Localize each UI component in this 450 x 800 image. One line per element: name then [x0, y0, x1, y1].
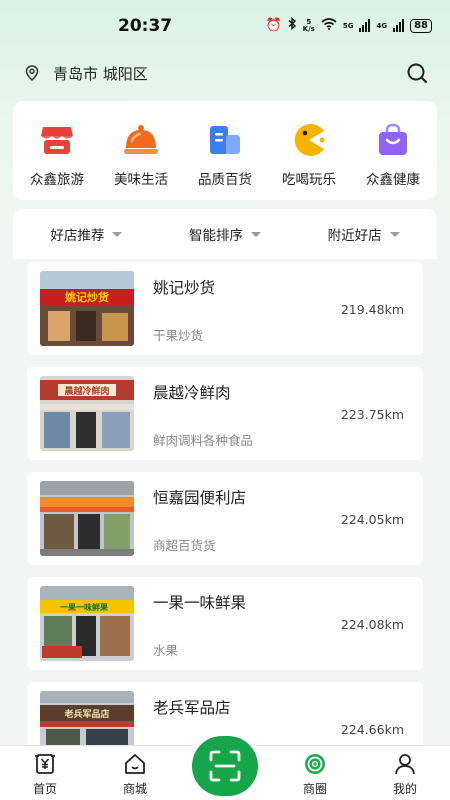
store-awning-icon: [41, 127, 73, 154]
store-card[interactable]: 一果一味鲜果 一果一味鲜果 224.08km 水果: [27, 577, 423, 670]
store-name: 一果一味鲜果: [153, 594, 247, 612]
location-city: 青岛市: [53, 65, 99, 83]
wifi-icon: [321, 17, 337, 34]
tab-mine[interactable]: 我的: [360, 746, 450, 800]
tab-label: 商城: [122, 782, 147, 796]
location-selector[interactable]: 青岛市 城阳区: [53, 63, 148, 84]
store-category: 商超百货货: [153, 538, 216, 553]
store-sign-text: 一果一味鲜果: [60, 602, 108, 612]
location-pin-icon: [25, 65, 39, 81]
store-distance: 219.48km: [340, 302, 404, 317]
status-icons: ⏰ 5 K/s 5G 4G 88: [265, 17, 432, 34]
network-speed: 5 K/s: [302, 18, 315, 33]
tab-label: 我的: [392, 782, 417, 796]
network-type-1: 5G: [342, 21, 354, 30]
category-label: 美味生活: [114, 172, 168, 188]
network-speed-unit: K/s: [302, 24, 315, 33]
store-category: 水果: [153, 643, 179, 658]
store-sign-text: 姚记炒货: [64, 290, 109, 304]
location-bar: 青岛市 城阳区: [0, 58, 450, 88]
store-sign-text: 老兵军品店: [63, 708, 109, 720]
dropdown-caret-icon: [250, 231, 261, 237]
battery-indicator: 88: [410, 18, 432, 33]
signal-bars-1-icon: [359, 19, 371, 32]
category-label: 众鑫旅游: [30, 172, 84, 188]
alarm-icon: ⏰: [265, 17, 282, 33]
shopping-bag-icon: [379, 123, 407, 155]
category-card: 众鑫旅游 美味生活 品质百货 吃喝玩乐 众鑫健康: [13, 101, 437, 200]
filter-label: 智能排序: [188, 228, 243, 244]
store-distance: 224.08km: [340, 617, 404, 632]
store-sign-text: 晨越冷鲜肉: [64, 385, 109, 397]
category-item-goods[interactable]: 品质百货: [184, 101, 266, 200]
signal-bars-2-icon: [393, 19, 405, 32]
category-label: 众鑫健康: [366, 172, 420, 188]
status-time: 20:37: [118, 16, 173, 36]
category-label: 品质百货: [198, 172, 252, 188]
store-distance: 224.66km: [340, 722, 404, 737]
store-name: 晨越冷鲜肉: [153, 384, 231, 402]
tab-label: 首页: [32, 782, 57, 796]
scan-button[interactable]: [192, 736, 258, 796]
location-district: 城阳区: [102, 65, 148, 83]
store-category: 鲜肉调料各种食品: [153, 433, 254, 448]
category-item-fun[interactable]: 吃喝玩乐: [268, 101, 350, 200]
filter-label: 好店推荐: [50, 228, 105, 244]
category-label: 吃喝玩乐: [282, 172, 336, 188]
store-list: 姚记炒货 姚记炒货 219.48km 干果炒货 晨越冷鲜肉 晨越冷鲜肉 223.…: [27, 262, 423, 787]
tab-label: 商圈: [302, 782, 327, 796]
filter-bar: 好店推荐 智能排序 附近好店: [13, 209, 437, 259]
store-name: 姚记炒货: [153, 279, 216, 297]
store-photo: [40, 481, 134, 556]
store-card[interactable]: 晨越冷鲜肉 晨越冷鲜肉 223.75km 鲜肉调料各种食品: [27, 367, 423, 460]
dropdown-caret-icon: [389, 231, 400, 237]
circle-target-icon: [305, 754, 325, 774]
dropdown-caret-icon: [112, 231, 123, 237]
category-item-travel[interactable]: 众鑫旅游: [16, 101, 98, 200]
store-photo: 一果一味鲜果: [40, 586, 134, 661]
filter-smart-sort[interactable]: 智能排序: [189, 224, 261, 244]
filter-nearby[interactable]: 附近好店: [328, 224, 400, 244]
tab-mall[interactable]: 商城: [90, 746, 180, 800]
store-name: 老兵军品店: [153, 699, 231, 717]
category-item-health[interactable]: 众鑫健康: [352, 101, 434, 200]
store-card[interactable]: 姚记炒货 姚记炒货 219.48km 干果炒货: [27, 262, 423, 355]
bluetooth-icon: [288, 17, 297, 34]
pacman-icon: [294, 124, 325, 156]
tab-business-circle[interactable]: 商圈: [270, 746, 360, 800]
status-bar: 20:37 ⏰ 5 K/s 5G 4G 88: [0, 0, 450, 52]
store-photo: 晨越冷鲜肉: [40, 376, 134, 451]
filter-label: 附近好店: [327, 228, 382, 244]
store-photo: 姚记炒货: [40, 271, 134, 346]
yuan-home-icon: [35, 754, 55, 774]
category-item-food[interactable]: 美味生活: [100, 101, 182, 200]
store-category: 干果炒货: [153, 328, 204, 343]
store-card[interactable]: 恒嘉园便利店 224.05km 商超百货货: [27, 472, 423, 565]
store-name: 恒嘉园便利店: [153, 489, 247, 507]
search-icon[interactable]: [406, 62, 428, 84]
store-distance: 223.75km: [340, 407, 404, 422]
tab-home[interactable]: 首页: [0, 746, 90, 800]
network-type-2: 4G: [376, 21, 388, 30]
buildings-icon: [210, 126, 240, 154]
filter-recommended[interactable]: 好店推荐: [50, 224, 123, 244]
cloche-icon: [124, 125, 158, 154]
scan-icon: [209, 750, 241, 782]
store-distance: 224.05km: [340, 512, 404, 527]
person-icon: [395, 754, 415, 775]
house-icon: [125, 754, 145, 774]
